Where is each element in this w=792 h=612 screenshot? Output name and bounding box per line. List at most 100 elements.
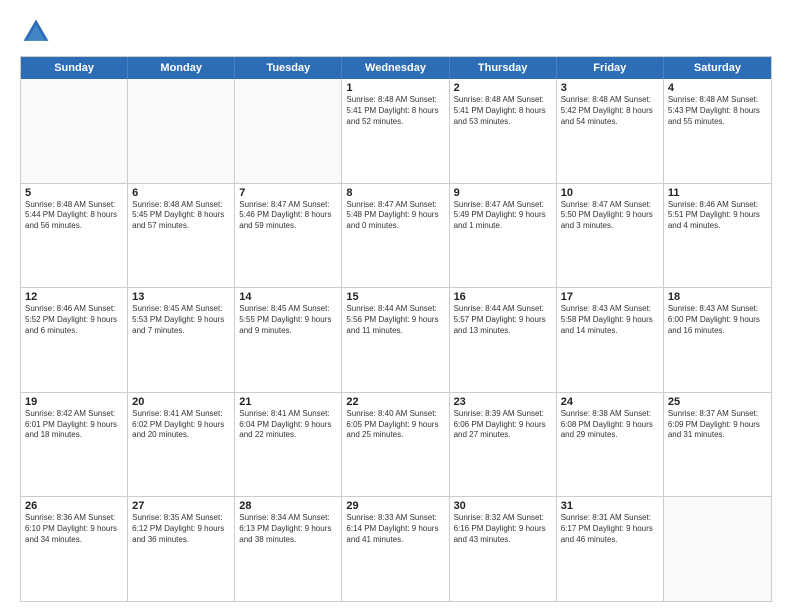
day-info: Sunrise: 8:44 AM Sunset: 5:57 PM Dayligh…	[454, 304, 552, 336]
table-row: 29Sunrise: 8:33 AM Sunset: 6:14 PM Dayli…	[342, 497, 449, 601]
day-number: 1	[346, 82, 444, 94]
day-info: Sunrise: 8:46 AM Sunset: 5:51 PM Dayligh…	[668, 200, 767, 232]
table-row: 31Sunrise: 8:31 AM Sunset: 6:17 PM Dayli…	[557, 497, 664, 601]
table-row: 19Sunrise: 8:42 AM Sunset: 6:01 PM Dayli…	[21, 393, 128, 497]
day-number: 6	[132, 187, 230, 199]
day-number: 31	[561, 500, 659, 512]
day-number: 9	[454, 187, 552, 199]
table-row: 1Sunrise: 8:48 AM Sunset: 5:41 PM Daylig…	[342, 79, 449, 183]
day-number: 2	[454, 82, 552, 94]
day-info: Sunrise: 8:47 AM Sunset: 5:46 PM Dayligh…	[239, 200, 337, 232]
table-row	[664, 497, 771, 601]
calendar-week-3: 12Sunrise: 8:46 AM Sunset: 5:52 PM Dayli…	[21, 288, 771, 393]
day-number: 11	[668, 187, 767, 199]
table-row: 5Sunrise: 8:48 AM Sunset: 5:44 PM Daylig…	[21, 184, 128, 288]
day-number: 30	[454, 500, 552, 512]
day-info: Sunrise: 8:33 AM Sunset: 6:14 PM Dayligh…	[346, 513, 444, 545]
table-row	[21, 79, 128, 183]
table-row: 10Sunrise: 8:47 AM Sunset: 5:50 PM Dayli…	[557, 184, 664, 288]
day-number: 18	[668, 291, 767, 303]
day-number: 10	[561, 187, 659, 199]
day-number: 3	[561, 82, 659, 94]
table-row	[235, 79, 342, 183]
table-row: 25Sunrise: 8:37 AM Sunset: 6:09 PM Dayli…	[664, 393, 771, 497]
day-number: 8	[346, 187, 444, 199]
logo	[20, 16, 56, 48]
table-row: 11Sunrise: 8:46 AM Sunset: 5:51 PM Dayli…	[664, 184, 771, 288]
calendar: SundayMondayTuesdayWednesdayThursdayFrid…	[20, 56, 772, 602]
table-row: 12Sunrise: 8:46 AM Sunset: 5:52 PM Dayli…	[21, 288, 128, 392]
day-info: Sunrise: 8:45 AM Sunset: 5:53 PM Dayligh…	[132, 304, 230, 336]
day-info: Sunrise: 8:41 AM Sunset: 6:04 PM Dayligh…	[239, 409, 337, 441]
page: SundayMondayTuesdayWednesdayThursdayFrid…	[0, 0, 792, 612]
header-day-thursday: Thursday	[450, 57, 557, 79]
day-number: 29	[346, 500, 444, 512]
day-number: 19	[25, 396, 123, 408]
day-info: Sunrise: 8:44 AM Sunset: 5:56 PM Dayligh…	[346, 304, 444, 336]
table-row: 4Sunrise: 8:48 AM Sunset: 5:43 PM Daylig…	[664, 79, 771, 183]
day-info: Sunrise: 8:43 AM Sunset: 5:58 PM Dayligh…	[561, 304, 659, 336]
day-number: 15	[346, 291, 444, 303]
day-number: 21	[239, 396, 337, 408]
table-row: 24Sunrise: 8:38 AM Sunset: 6:08 PM Dayli…	[557, 393, 664, 497]
table-row: 26Sunrise: 8:36 AM Sunset: 6:10 PM Dayli…	[21, 497, 128, 601]
table-row: 3Sunrise: 8:48 AM Sunset: 5:42 PM Daylig…	[557, 79, 664, 183]
day-number: 26	[25, 500, 123, 512]
day-info: Sunrise: 8:38 AM Sunset: 6:08 PM Dayligh…	[561, 409, 659, 441]
calendar-week-5: 26Sunrise: 8:36 AM Sunset: 6:10 PM Dayli…	[21, 497, 771, 601]
day-info: Sunrise: 8:47 AM Sunset: 5:49 PM Dayligh…	[454, 200, 552, 232]
header-day-sunday: Sunday	[21, 57, 128, 79]
table-row: 28Sunrise: 8:34 AM Sunset: 6:13 PM Dayli…	[235, 497, 342, 601]
day-info: Sunrise: 8:35 AM Sunset: 6:12 PM Dayligh…	[132, 513, 230, 545]
table-row: 30Sunrise: 8:32 AM Sunset: 6:16 PM Dayli…	[450, 497, 557, 601]
day-number: 23	[454, 396, 552, 408]
day-info: Sunrise: 8:48 AM Sunset: 5:43 PM Dayligh…	[668, 95, 767, 127]
day-info: Sunrise: 8:31 AM Sunset: 6:17 PM Dayligh…	[561, 513, 659, 545]
day-info: Sunrise: 8:36 AM Sunset: 6:10 PM Dayligh…	[25, 513, 123, 545]
day-info: Sunrise: 8:37 AM Sunset: 6:09 PM Dayligh…	[668, 409, 767, 441]
table-row: 7Sunrise: 8:47 AM Sunset: 5:46 PM Daylig…	[235, 184, 342, 288]
day-info: Sunrise: 8:48 AM Sunset: 5:41 PM Dayligh…	[346, 95, 444, 127]
day-number: 12	[25, 291, 123, 303]
day-info: Sunrise: 8:34 AM Sunset: 6:13 PM Dayligh…	[239, 513, 337, 545]
day-info: Sunrise: 8:48 AM Sunset: 5:44 PM Dayligh…	[25, 200, 123, 232]
day-number: 28	[239, 500, 337, 512]
day-number: 27	[132, 500, 230, 512]
day-info: Sunrise: 8:48 AM Sunset: 5:41 PM Dayligh…	[454, 95, 552, 127]
table-row: 2Sunrise: 8:48 AM Sunset: 5:41 PM Daylig…	[450, 79, 557, 183]
logo-icon	[20, 16, 52, 48]
day-number: 14	[239, 291, 337, 303]
day-info: Sunrise: 8:45 AM Sunset: 5:55 PM Dayligh…	[239, 304, 337, 336]
header-day-monday: Monday	[128, 57, 235, 79]
calendar-week-2: 5Sunrise: 8:48 AM Sunset: 5:44 PM Daylig…	[21, 184, 771, 289]
table-row	[128, 79, 235, 183]
header	[20, 16, 772, 48]
day-info: Sunrise: 8:48 AM Sunset: 5:42 PM Dayligh…	[561, 95, 659, 127]
day-number: 16	[454, 291, 552, 303]
day-info: Sunrise: 8:43 AM Sunset: 6:00 PM Dayligh…	[668, 304, 767, 336]
header-day-tuesday: Tuesday	[235, 57, 342, 79]
table-row: 9Sunrise: 8:47 AM Sunset: 5:49 PM Daylig…	[450, 184, 557, 288]
day-number: 4	[668, 82, 767, 94]
calendar-week-1: 1Sunrise: 8:48 AM Sunset: 5:41 PM Daylig…	[21, 79, 771, 184]
header-day-friday: Friday	[557, 57, 664, 79]
calendar-body: 1Sunrise: 8:48 AM Sunset: 5:41 PM Daylig…	[21, 79, 771, 601]
table-row: 8Sunrise: 8:47 AM Sunset: 5:48 PM Daylig…	[342, 184, 449, 288]
table-row: 6Sunrise: 8:48 AM Sunset: 5:45 PM Daylig…	[128, 184, 235, 288]
table-row: 15Sunrise: 8:44 AM Sunset: 5:56 PM Dayli…	[342, 288, 449, 392]
day-number: 5	[25, 187, 123, 199]
day-number: 17	[561, 291, 659, 303]
table-row: 20Sunrise: 8:41 AM Sunset: 6:02 PM Dayli…	[128, 393, 235, 497]
day-info: Sunrise: 8:40 AM Sunset: 6:05 PM Dayligh…	[346, 409, 444, 441]
day-number: 13	[132, 291, 230, 303]
day-info: Sunrise: 8:47 AM Sunset: 5:50 PM Dayligh…	[561, 200, 659, 232]
day-info: Sunrise: 8:46 AM Sunset: 5:52 PM Dayligh…	[25, 304, 123, 336]
day-info: Sunrise: 8:32 AM Sunset: 6:16 PM Dayligh…	[454, 513, 552, 545]
day-number: 24	[561, 396, 659, 408]
table-row: 18Sunrise: 8:43 AM Sunset: 6:00 PM Dayli…	[664, 288, 771, 392]
table-row: 23Sunrise: 8:39 AM Sunset: 6:06 PM Dayli…	[450, 393, 557, 497]
table-row: 16Sunrise: 8:44 AM Sunset: 5:57 PM Dayli…	[450, 288, 557, 392]
table-row: 21Sunrise: 8:41 AM Sunset: 6:04 PM Dayli…	[235, 393, 342, 497]
day-number: 7	[239, 187, 337, 199]
table-row: 27Sunrise: 8:35 AM Sunset: 6:12 PM Dayli…	[128, 497, 235, 601]
